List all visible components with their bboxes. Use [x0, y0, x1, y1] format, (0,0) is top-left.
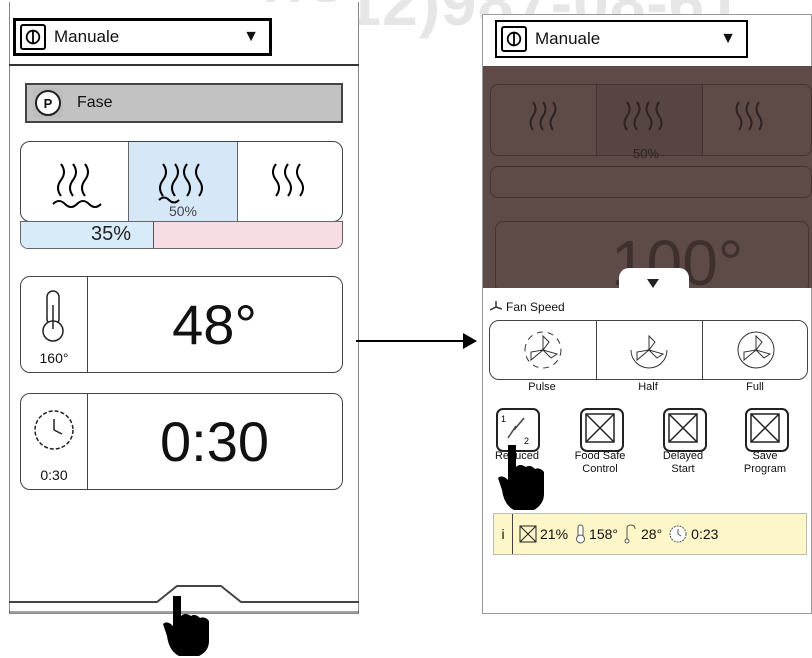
header-divider — [9, 64, 359, 66]
timer-control[interactable]: 0:30 0:30 — [20, 393, 343, 490]
mode-select-value: Manuale — [54, 27, 120, 46]
mode-select-right[interactable]: Manuale ▼ — [495, 20, 748, 58]
fan-half-icon — [630, 334, 668, 369]
placeholder-cross-icon — [750, 413, 780, 443]
arrow-head-icon — [463, 333, 477, 349]
timer-setpoint: 0:30 — [40, 467, 68, 483]
phase-button[interactable]: P Fase — [25, 83, 343, 123]
heat-mode-steam[interactable] — [21, 142, 128, 221]
mode-select[interactable]: Manuale ▼ — [13, 18, 272, 56]
fan-pulse-icon — [524, 331, 562, 369]
core-probe-icon — [624, 524, 636, 544]
combi-percent: 50% — [168, 203, 198, 219]
fan-option-half[interactable] — [596, 321, 703, 379]
temperature-setpoint: 160° — [39, 350, 69, 366]
chevron-down-icon: ▼ — [243, 28, 259, 45]
ghost-combi-percent: 50% — [633, 146, 660, 161]
status-humidity: 21% — [519, 525, 568, 543]
fan-option-full[interactable] — [702, 321, 807, 379]
temperature-value: 48° — [172, 293, 257, 356]
timer-setpoint-panel: 0:30 — [21, 394, 88, 489]
mode-select-value: Manuale — [535, 29, 601, 48]
fan-label-half: Half — [638, 381, 658, 393]
food-safe-control-button[interactable] — [580, 408, 624, 452]
ghost-bar — [490, 166, 812, 198]
delayed-start-button[interactable] — [663, 408, 707, 452]
dry-heat-icon — [272, 163, 304, 197]
fan-speed-heading: Fan Speed — [490, 300, 565, 314]
clock-icon — [34, 410, 74, 450]
reduced-power-icon: 1 2 — [501, 414, 529, 446]
timer-value: 0:30 — [160, 410, 269, 473]
delayed-start-label: Delayed Start — [662, 450, 704, 475]
program-icon: P — [33, 88, 63, 118]
food-safe-label: Food Safe Control — [574, 450, 626, 475]
chevron-down-icon: ▼ — [720, 30, 736, 47]
steam-waves-icon — [52, 163, 102, 208]
pointing-hand-icon — [163, 596, 209, 656]
heat-mode-dry[interactable] — [236, 142, 342, 221]
temperature-setpoint-panel: 160° — [21, 277, 88, 372]
fan-option-pulse[interactable] — [490, 321, 597, 379]
temperature-control[interactable]: 160° 48° — [20, 276, 343, 373]
fan-label-full: Full — [746, 381, 764, 393]
save-program-button[interactable] — [745, 408, 789, 452]
transition-arrow — [356, 340, 466, 342]
svg-text:1: 1 — [501, 414, 506, 424]
humidity-cross-icon — [519, 525, 537, 543]
placeholder-cross-icon — [585, 413, 615, 443]
placeholder-cross-icon — [668, 413, 698, 443]
status-probe-temp: 28° — [624, 524, 662, 544]
fan-speed-selector — [489, 320, 808, 380]
power-icon — [501, 26, 527, 52]
thermometer-icon — [576, 524, 586, 544]
thermometer-icon — [42, 290, 64, 342]
heat-mode-selector: 50% — [20, 141, 343, 222]
caret-down-icon — [647, 279, 659, 288]
status-chamber-temp: 158° — [574, 524, 618, 544]
fan-full-icon — [737, 331, 774, 369]
power-icon — [20, 24, 46, 50]
clock-icon — [669, 525, 687, 543]
save-program-label: Save Program — [743, 450, 787, 475]
fan-icon — [490, 301, 502, 311]
pointing-hand-icon — [498, 445, 544, 510]
heat-mode-combi[interactable]: 50% — [128, 142, 238, 221]
info-icon[interactable]: i — [494, 514, 513, 554]
dimmed-background: 50% 100° — [483, 66, 812, 288]
humidity-percent: 35% — [91, 223, 132, 245]
humidity-bar[interactable]: 35% — [20, 221, 343, 249]
humidity-bar-fill — [21, 222, 154, 248]
ghost-heat-icons — [529, 101, 763, 131]
status-bar: i 21% 158° 28° 0:23 — [493, 513, 807, 555]
fan-label-pulse: Pulse — [528, 381, 556, 393]
phase-label: Fase — [77, 94, 113, 111]
status-time: 0:23 — [668, 524, 718, 544]
